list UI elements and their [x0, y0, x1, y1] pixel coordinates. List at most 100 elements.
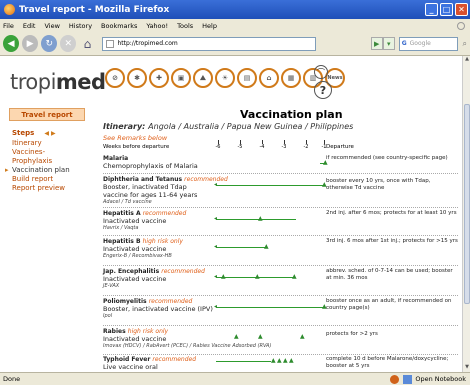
mountain-icon[interactable]: ⛰ — [193, 68, 213, 88]
menu-bookmarks[interactable]: Bookmarks — [101, 22, 137, 30]
menu-yahoo[interactable]: Yahoo! — [146, 22, 168, 30]
dose-marker: ◂ — [214, 243, 218, 250]
dose-marker: ▲ — [283, 357, 288, 364]
itinerary-label: Itinerary: — [103, 122, 146, 131]
document-icon[interactable]: ▦ — [281, 68, 301, 88]
bell-icon[interactable]: ⌒ — [314, 65, 328, 79]
menu-view[interactable]: View — [44, 22, 59, 30]
help-icons: ⌒ ? — [314, 65, 332, 101]
schedule-line — [216, 219, 296, 220]
home-icon[interactable]: ⌂ — [259, 68, 279, 88]
menu-history[interactable]: History — [69, 22, 92, 30]
navigation-toolbar: ◀ ▶ ↻ ✕ ⌂ http://tropimed.com ▶ ▾ G Goog… — [0, 32, 470, 56]
status-text: Done — [3, 375, 21, 383]
menu-tools[interactable]: Tools — [177, 22, 193, 30]
notebook-icon[interactable] — [403, 374, 413, 384]
step-vaccination-plan[interactable]: Vaccination plan — [5, 166, 92, 175]
vaccine-row-rabies: Rabies high risk only Inactivated vaccin… — [103, 328, 458, 349]
page-icon — [106, 39, 115, 48]
map-icon[interactable]: ▤ — [237, 68, 257, 88]
schedule-line — [216, 307, 325, 308]
url-text: http://tropimed.com — [117, 40, 178, 47]
google-icon: G — [401, 40, 407, 47]
weeks-label: Weeks before departure — [103, 144, 170, 150]
search-input[interactable]: G Google — [398, 36, 458, 51]
vaccine-note: booster once as an adult, if recommended… — [326, 298, 452, 311]
divider — [103, 354, 458, 355]
steps-nav-icon[interactable]: ◀ ▶ — [44, 130, 55, 137]
vaccination-icon[interactable]: ⊘ — [105, 68, 125, 88]
vertical-scrollbar[interactable]: ▲ ▼ — [462, 56, 470, 372]
search-button[interactable]: ⌕ — [460, 38, 470, 50]
window-titlebar: Travel report - Mozilla Firefox _ □ ✕ — [0, 0, 470, 19]
steps-label: Steps — [12, 129, 35, 137]
tick-label: -4 — [257, 140, 267, 150]
divider — [103, 265, 458, 266]
dose-marker: ▲ — [258, 333, 263, 340]
vaccine-desc: Chemoprophylaxis of Malaria — [103, 162, 198, 170]
search-placeholder: Google — [409, 40, 431, 47]
window-title: Travel report - Mozilla Firefox — [19, 4, 170, 15]
vaccine-note: booster every 10 yrs, once with Tdap, ot… — [326, 178, 431, 191]
scroll-up-icon[interactable]: ▲ — [463, 56, 470, 64]
dose-marker: ▲ — [258, 215, 263, 222]
step-itinerary[interactable]: Itinerary — [12, 139, 92, 148]
tropimed-logo[interactable]: tropimed® — [10, 70, 112, 94]
remarks-link[interactable]: See Remarks below — [103, 134, 167, 142]
page-content: tropimed® ⊘✱✚▣⛰☀▤⌂▦▥News ⌒ ? Travel repo… — [0, 56, 462, 372]
vaccine-brands: Engerix-B / Recombivax-HB — [103, 253, 172, 259]
open-notebook-button[interactable]: Open Notebook — [415, 375, 466, 383]
addon-icon[interactable] — [390, 374, 400, 384]
dose-marker: ◂ — [214, 273, 218, 280]
status-bar: Done Open Notebook — [0, 372, 470, 385]
step-report-preview[interactable]: Report preview — [12, 184, 92, 193]
malaria-icon[interactable]: ✱ — [127, 68, 147, 88]
close-button[interactable]: ✕ — [455, 3, 468, 16]
schedule-line — [216, 247, 266, 248]
vaccine-note: protects for >2 yrs — [326, 331, 378, 337]
vaccine-brands: Havrix / Vaqta — [103, 225, 139, 231]
vaccine-row-hepatitis-b: Hepatitis B high risk only Inactivated v… — [103, 238, 458, 259]
sun-icon[interactable]: ☀ — [215, 68, 235, 88]
vaccine-row-hepatitis-a: Hepatitis A recommended Inactivated vacc… — [103, 210, 458, 231]
vaccine-row-poliomyelitis: Poliomyelitis recommended Booster, inact… — [103, 298, 458, 319]
step-build-report[interactable]: Build report — [12, 175, 92, 184]
dose-marker: ◂ — [214, 181, 218, 188]
go-button[interactable]: ▶ — [370, 37, 383, 50]
vaccine-brands: Imovax (HDCV) / RabAvert (PCEC) / Rabies… — [103, 343, 272, 349]
dose-marker: ▲ — [234, 333, 239, 340]
maximize-button[interactable]: □ — [440, 3, 453, 16]
home-button[interactable]: ⌂ — [79, 35, 95, 52]
menu-file[interactable]: File — [3, 22, 14, 30]
vaccine-note: complete 10 d before Malarone/doxycyclin… — [326, 356, 449, 369]
divider — [103, 173, 458, 174]
menu-edit[interactable]: Edit — [23, 22, 36, 30]
itinerary: Itinerary: Angola / Australia / Papua Ne… — [103, 122, 353, 131]
reload-button[interactable]: ↻ — [41, 35, 58, 52]
dose-marker: ◂ — [214, 215, 218, 222]
firefox-icon — [4, 4, 15, 15]
tick-label: -2 — [301, 140, 311, 150]
vaccine-desc: Booster, inactivated Tdap vaccine for ag… — [103, 183, 198, 199]
travel-report-tab[interactable]: Travel report — [9, 108, 85, 121]
dose-marker: ▲ — [289, 357, 294, 364]
minimize-button[interactable]: _ — [425, 3, 438, 16]
vaccine-brands: JE-VAX — [103, 283, 120, 289]
kit-icon[interactable]: ▣ — [171, 68, 191, 88]
dose-marker: ◂ — [214, 303, 218, 310]
forward-button[interactable]: ▶ — [22, 35, 39, 52]
scroll-thumb[interactable] — [464, 104, 470, 304]
vaccine-desc: Inactivated vaccine — [103, 245, 167, 253]
vaccine-note: 2nd inj. after 6 mos; protects for at le… — [326, 210, 457, 216]
step-vaccines-prophylaxis[interactable]: Vaccines- Prophylaxis — [12, 148, 92, 166]
logo-bold: med — [55, 70, 106, 94]
url-bar[interactable]: http://tropimed.com — [102, 36, 316, 51]
menu-help[interactable]: Help — [202, 22, 217, 30]
stop-button[interactable]: ✕ — [60, 35, 77, 52]
back-button[interactable]: ◀ — [3, 35, 20, 52]
first-aid-icon[interactable]: ✚ — [149, 68, 169, 88]
vaccine-note: 3rd inj. 6 mos after 1st inj.; protects … — [326, 238, 458, 244]
help-icon[interactable]: ? — [314, 81, 332, 99]
bookmark-dropdown-button[interactable]: ▾ — [382, 37, 395, 50]
scroll-down-icon[interactable]: ▼ — [463, 364, 470, 372]
